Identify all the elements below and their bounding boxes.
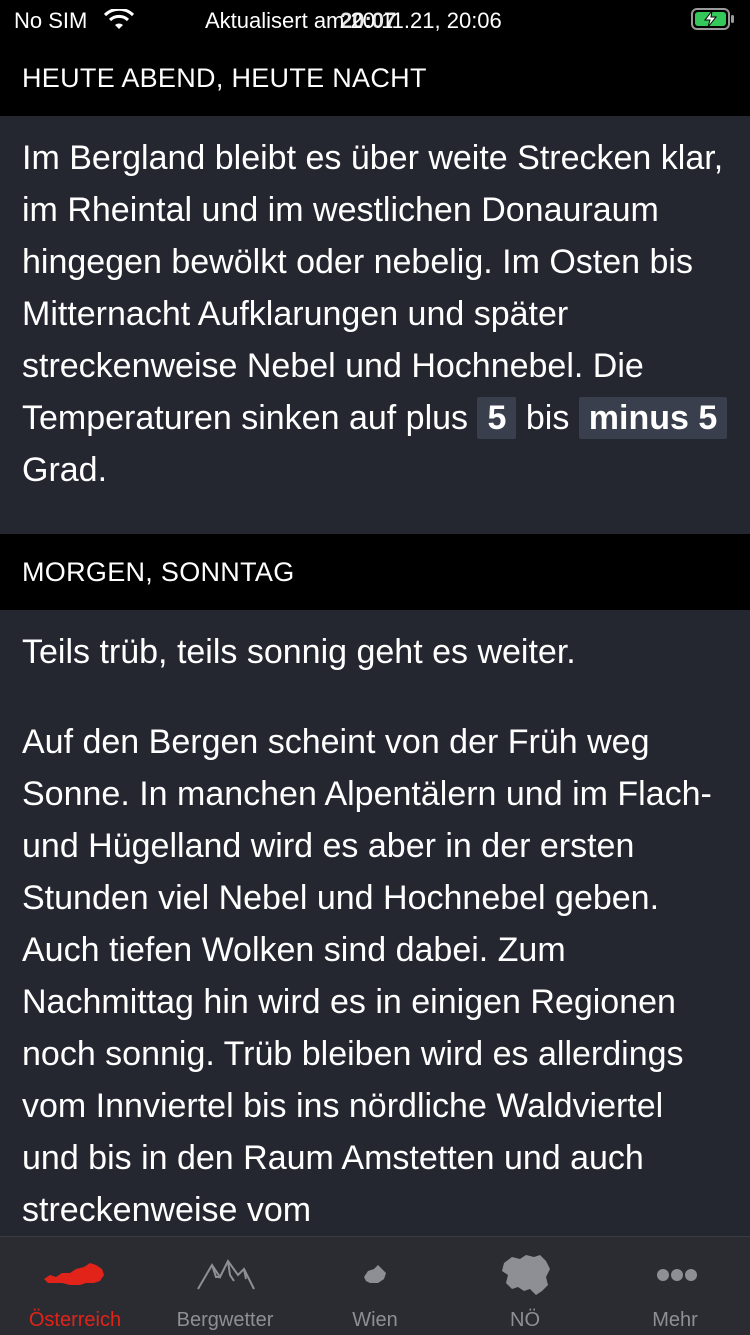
tab-bar: Österreich Bergwetter Wien NÖ Mehr bbox=[0, 1236, 750, 1335]
tab-label: NÖ bbox=[510, 1309, 540, 1331]
status-time: 20:07 bbox=[340, 8, 397, 33]
battery-charging-icon bbox=[691, 8, 734, 30]
tab-label: Österreich bbox=[28, 1309, 122, 1331]
austria-map-icon bbox=[44, 1263, 104, 1285]
vienna-map-icon bbox=[364, 1265, 386, 1283]
carrier-label: No SIM bbox=[14, 8, 88, 33]
forecast-content[interactable]: HEUTE ABEND, HEUTE NACHT Im Bergland ble… bbox=[0, 40, 750, 1236]
temperature-low-badge: minus 5 bbox=[578, 397, 728, 439]
tab-mehr[interactable]: Mehr bbox=[600, 1237, 750, 1335]
section-header-tomorrow: MORGEN, SONNTAG bbox=[0, 534, 750, 610]
forecast-text-part: Im Bergland bleibt es über weite Strecke… bbox=[22, 139, 724, 437]
section-header-tonight: HEUTE ABEND, HEUTE NACHT bbox=[0, 40, 750, 116]
tab-noe[interactable]: NÖ bbox=[450, 1237, 600, 1335]
tab-oesterreich[interactable]: Österreich bbox=[0, 1237, 150, 1335]
lower-austria-map-icon bbox=[502, 1255, 550, 1295]
status-bar: No SIM Aktualisert am 20.11.21, 20:06 20… bbox=[0, 0, 750, 40]
more-dots-icon bbox=[657, 1269, 697, 1281]
forecast-text-part: Grad. bbox=[22, 451, 108, 489]
tab-label: Bergwetter bbox=[176, 1309, 274, 1331]
tab-wien[interactable]: Wien bbox=[300, 1237, 450, 1335]
tab-label: Wien bbox=[352, 1309, 398, 1331]
forecast-summary-tomorrow: Teils trüb, teils sonnig geht es weiter. bbox=[22, 633, 576, 671]
mountains-icon bbox=[197, 1259, 255, 1290]
wifi-icon bbox=[104, 9, 134, 29]
forecast-text-tonight: Im Bergland bleibt es über weite Strecke… bbox=[0, 116, 750, 534]
tab-label: Mehr bbox=[652, 1309, 698, 1331]
forecast-text-part: bis bbox=[516, 399, 579, 437]
forecast-text-tomorrow: Auf den Bergen scheint von der Früh weg … bbox=[22, 723, 712, 1229]
tab-bergwetter[interactable]: Bergwetter bbox=[150, 1237, 300, 1335]
temperature-high-badge: 5 bbox=[477, 397, 517, 439]
